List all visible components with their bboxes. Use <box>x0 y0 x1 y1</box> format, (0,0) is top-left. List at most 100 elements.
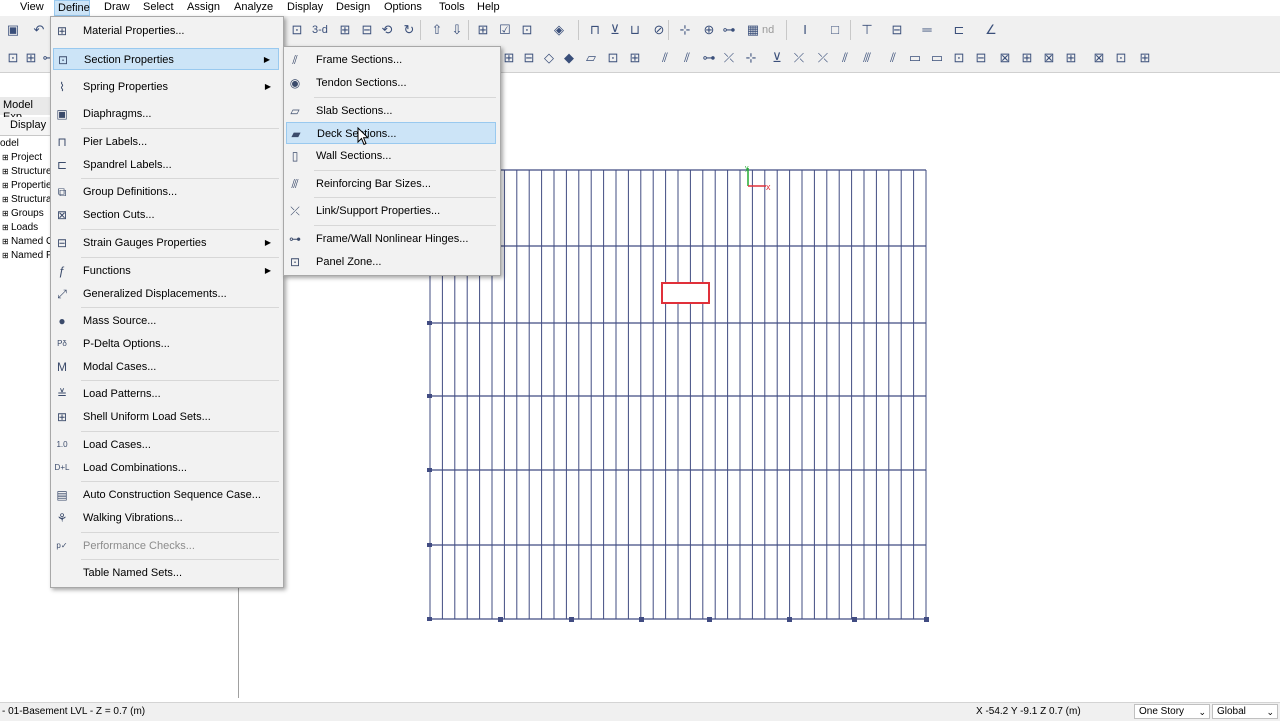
toolbar2-tool-icon[interactable]: ⊟ <box>972 49 990 67</box>
line-icon[interactable]: ═ <box>918 21 936 39</box>
move-down-icon[interactable]: ⇩ <box>448 21 466 39</box>
menu-item-reinforcing-bar-sizes[interactable]: ⫻ Reinforcing Bar Sizes... <box>286 173 496 195</box>
menu-item-group-definitions[interactable]: ⧉ Group Definitions... <box>53 181 279 203</box>
tee-icon[interactable]: ⊤ <box>858 21 876 39</box>
bracket-icon[interactable]: ⊏ <box>950 21 968 39</box>
beam-icon[interactable]: ⊔ <box>626 21 644 39</box>
tree-item[interactable]: ⊞ Structure <box>2 165 52 178</box>
joint-point[interactable] <box>427 394 432 398</box>
joint-point[interactable] <box>852 617 857 622</box>
toolbar2-tool-icon[interactable]: ⊞ <box>626 49 644 67</box>
move-up-icon[interactable]: ⇧ <box>428 21 446 39</box>
check-icon[interactable]: ☑ <box>496 21 514 39</box>
view-3d-button[interactable]: 3-d <box>312 21 328 39</box>
menu-item-section-cuts[interactable]: ⊠ Section Cuts... <box>53 204 279 226</box>
tree-item[interactable]: ⊞ Project <box>2 151 42 164</box>
menu-item-frame-wall-nonlinear-hinges[interactable]: ⊶ Frame/Wall Nonlinear Hinges... <box>286 228 496 250</box>
expand-icon[interactable]: ⊞ <box>2 181 11 190</box>
menu-item-panel-zone[interactable]: ⊡ Panel Zone... <box>286 251 496 273</box>
slab-icon[interactable]: ⊟ <box>888 21 906 39</box>
joint-point[interactable] <box>427 468 432 472</box>
tree-item[interactable]: ⊞ Properties <box>2 179 57 192</box>
menu-item-strain-gauges-properties[interactable]: ⊟ Strain Gauges Properties ▶ <box>53 232 279 254</box>
menu-item-load-patterns[interactable]: ≚ Load Patterns... <box>53 383 279 405</box>
tree-item[interactable]: ⊞ Named Pl <box>2 249 55 262</box>
rotate-icon[interactable]: ⟲ <box>378 21 396 39</box>
joint-point[interactable] <box>787 617 792 622</box>
toolbar2-tool-icon[interactable]: ▭ <box>928 49 946 67</box>
toolbar2-tool-icon[interactable]: ⊞ <box>1018 49 1036 67</box>
wall-icon[interactable]: ⊘ <box>650 21 668 39</box>
expand-icon[interactable]: ⊞ <box>2 251 11 260</box>
joint-point[interactable] <box>427 543 432 547</box>
tree-item[interactable]: ⊞ Loads <box>2 221 38 234</box>
joint-point[interactable] <box>569 617 574 622</box>
toolbar2-tool-icon[interactable]: ◆ <box>560 49 578 67</box>
menu-item-deck-sections[interactable]: ▰ Deck Sections... <box>286 122 496 144</box>
menu-item-link-support-properties[interactable]: ⤫ Link/Support Properties... <box>286 200 496 222</box>
toolbar2-tool-icon[interactable]: ⊡ <box>950 49 968 67</box>
joint-point[interactable] <box>924 617 929 622</box>
toolbar2-tool-icon[interactable]: ⫽ <box>656 49 674 67</box>
toolbar2-tool-icon[interactable]: ◇ <box>540 49 558 67</box>
joint-point[interactable] <box>427 617 432 621</box>
menu-item-auto-construction-sequence-case[interactable]: ▤ Auto Construction Sequence Case... <box>53 484 279 506</box>
menu-item-spandrel-labels[interactable]: ⊏ Spandrel Labels... <box>53 154 279 176</box>
toolbar2-tool-icon[interactable]: ⊶ <box>700 49 718 67</box>
story-option-select[interactable]: One Story ⌄ <box>1134 704 1210 719</box>
toolbar2-tool-icon[interactable]: ⊠ <box>1090 49 1108 67</box>
expand-icon[interactable]: ⊞ <box>2 209 11 218</box>
menu-item-pier-labels[interactable]: ⊓ Pier Labels... <box>53 131 279 153</box>
toolbar2-tool-icon[interactable]: ⊹ <box>742 49 760 67</box>
expand-icon[interactable]: ⊞ <box>2 223 11 232</box>
toolbar2-tool-icon[interactable]: ⫻ <box>858 49 876 67</box>
toolbar2-tool-icon[interactable]: ▭ <box>906 49 924 67</box>
refresh-icon[interactable]: ⊞ <box>336 21 354 39</box>
expand-icon[interactable]: ⊞ <box>2 237 11 246</box>
menu-analyze[interactable]: Analyze <box>231 0 279 16</box>
toolbar2-tool-icon[interactable]: ▱ <box>582 49 600 67</box>
toolbar2-tool-icon[interactable]: ⫽ <box>836 49 854 67</box>
joint-icon[interactable]: ⊕ <box>700 21 718 39</box>
menu-item-material-properties[interactable]: ⊞ Material Properties... <box>53 20 279 42</box>
menu-item-tendon-sections[interactable]: ◉ Tendon Sections... <box>286 72 496 94</box>
menu-assign[interactable]: Assign <box>184 0 228 16</box>
toolbar2-tool-icon[interactable]: ⊡ <box>1112 49 1130 67</box>
rubber-band-icon[interactable]: ⊟ <box>358 21 376 39</box>
menu-item-functions[interactable]: ƒ Functions ▶ <box>53 260 279 282</box>
expand-icon[interactable]: ⊞ <box>2 153 11 162</box>
menu-select[interactable]: Select <box>140 0 180 16</box>
tree-item[interactable]: ⊞ Groups <box>2 207 44 220</box>
toolbar2-tool-icon[interactable]: ⊞ <box>1136 49 1154 67</box>
menu-item-wall-sections[interactable]: ▯ Wall Sections... <box>286 145 496 167</box>
menu-item-mass-source[interactable]: ● Mass Source... <box>53 310 279 332</box>
coord-system-select[interactable]: Global ⌄ <box>1212 704 1278 719</box>
menu-item-modal-cases[interactable]: M Modal Cases... <box>53 356 279 378</box>
menu-item-walking-vibrations[interactable]: ⚘ Walking Vibrations... <box>53 507 279 529</box>
brace-icon[interactable]: ⊻ <box>606 21 624 39</box>
tree-item[interactable]: odel <box>0 137 19 150</box>
tree-item[interactable]: ⊞ Named O <box>2 235 54 248</box>
menu-view[interactable]: View <box>17 0 53 16</box>
toolbar2-tool-icon[interactable]: ⊞ <box>500 49 518 67</box>
joint-point[interactable] <box>639 617 644 622</box>
pointer-icon[interactable]: ⊡ <box>288 21 306 39</box>
menu-design[interactable]: Design <box>333 0 375 16</box>
menu-item-slab-sections[interactable]: ▱ Slab Sections... <box>286 100 496 122</box>
menu-item-generalized-displacements[interactable]: ⤢ Generalized Displacements... <box>53 283 279 305</box>
selected-opening[interactable] <box>661 282 710 304</box>
link-icon[interactable]: ⊶ <box>720 21 738 39</box>
column-icon[interactable]: ⊹ <box>676 21 694 39</box>
menu-define[interactable]: Define <box>54 0 90 16</box>
angle-icon[interactable]: ∠ <box>982 21 1000 39</box>
toolbar2-tool-icon[interactable]: ⊡ <box>604 49 622 67</box>
menu-draw[interactable]: Draw <box>101 0 135 16</box>
joint-point[interactable] <box>498 617 503 622</box>
elevation-icon[interactable]: ⊡ <box>518 21 536 39</box>
toolbar2-tool-icon[interactable]: ⤫ <box>790 49 808 67</box>
toolbar2-tool-icon[interactable]: ⊠ <box>996 49 1014 67</box>
menu-item-spring-properties[interactable]: ⌇ Spring Properties ▶ <box>53 76 279 98</box>
tree-item[interactable]: ⊞ Structural <box>2 193 54 206</box>
expand-icon[interactable]: ⊞ <box>2 167 11 176</box>
toolbar2-tool-icon[interactable]: ⊟ <box>520 49 538 67</box>
